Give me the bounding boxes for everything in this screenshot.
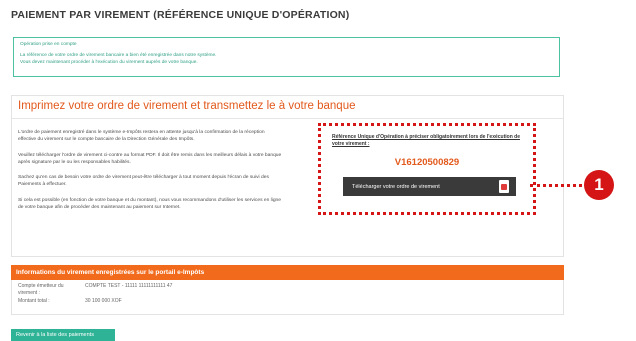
download-order-label: Télécharger votre ordre de virement xyxy=(352,183,440,190)
info-value: 30 100 000 XOF xyxy=(85,298,122,304)
panel-heading: Imprimez votre ordre de virement et tran… xyxy=(18,100,356,112)
page-title: PAIEMENT PAR VIREMENT (RÉFÉRENCE UNIQUE … xyxy=(11,9,350,21)
confirmation-line-1: La référence de votre ordre de virement … xyxy=(20,53,217,58)
instruction-paragraph: Si cela est possible (en fonction de vot… xyxy=(18,197,282,211)
info-label: Compte émetteur du virement : xyxy=(18,283,64,296)
reference-number: V16120500829 xyxy=(394,157,460,168)
pdf-icon xyxy=(499,180,509,193)
instruction-paragraph: Sachez qu'en cas de besoin votre ordre d… xyxy=(18,175,269,188)
instruction-paragraph: Veuillez télécharger l'ordre de virement… xyxy=(18,152,282,165)
info-section-header: Informations du virement enregistrées su… xyxy=(11,265,564,280)
back-to-payments-button[interactable]: Revenir à la liste des paiements xyxy=(11,329,115,341)
callout-badge: 1 xyxy=(584,170,614,200)
confirmation-line-2: Vous devez maintenant procéder à l'exécu… xyxy=(20,60,198,65)
reference-label: Référence Unique d'Opération à préciser … xyxy=(332,134,520,147)
info-value: COMPTE TEST - 11111 11111111111 47 xyxy=(85,283,173,289)
instruction-paragraph: L'ordre de paiement enregistré dans le s… xyxy=(18,130,265,143)
confirmation-alert: Opération prise en compte La référence d… xyxy=(13,37,560,77)
heading-divider xyxy=(12,118,563,119)
info-section-body: Compte émetteur du virement : COMPTE TES… xyxy=(11,280,564,315)
info-label: Montant total : xyxy=(18,298,50,304)
instructions-text: L'ordre de paiement enregistré dans le s… xyxy=(18,129,283,219)
download-order-button[interactable]: Télécharger votre ordre de virement xyxy=(343,177,516,196)
reference-highlight-box: Référence Unique d'Opération à préciser … xyxy=(318,123,536,215)
print-order-panel: Imprimez votre ordre de virement et tran… xyxy=(11,95,564,257)
confirmation-title: Opération prise en compte xyxy=(20,42,77,47)
callout-connector xyxy=(530,184,582,187)
